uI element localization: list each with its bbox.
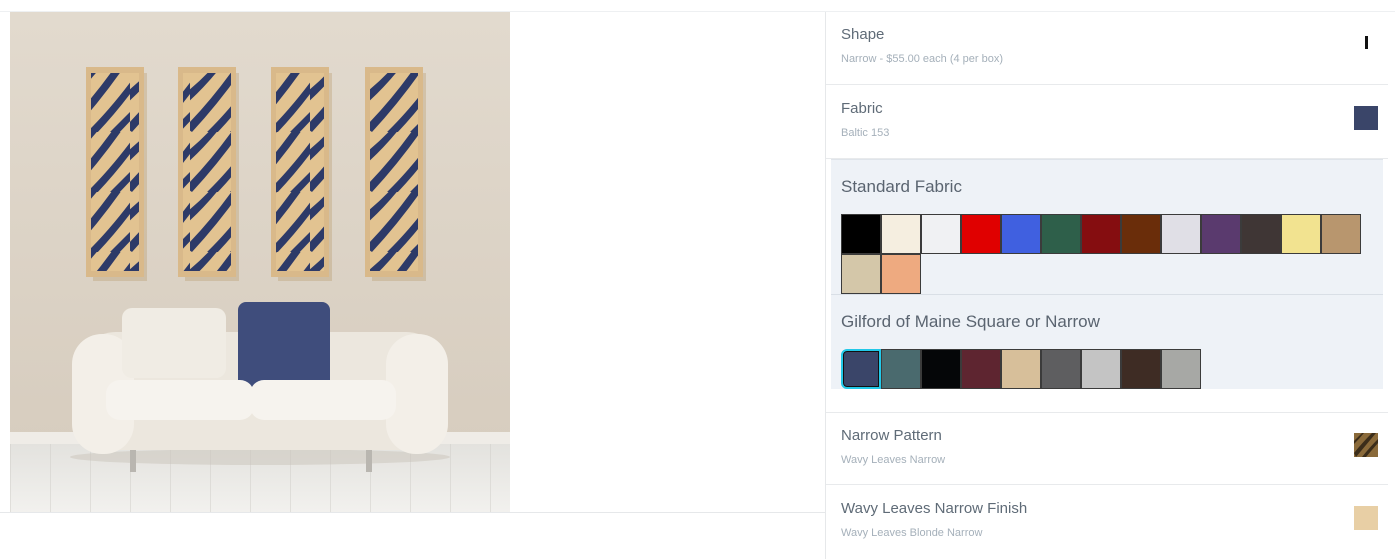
fabric-swatch[interactable]	[1241, 214, 1281, 254]
fabric-swatch[interactable]	[1161, 349, 1201, 389]
fabric-swatch[interactable]	[921, 214, 961, 254]
gilford-fabric-swatches	[841, 349, 1363, 389]
fabric-swatch[interactable]	[961, 349, 1001, 389]
pattern-option-value: Wavy Leaves Narrow	[841, 454, 946, 466]
fabric-swatch[interactable]	[961, 214, 1001, 254]
fabric-swatch[interactable]	[1001, 349, 1041, 389]
fabric-swatch[interactable]	[1041, 214, 1081, 254]
fabric-swatch[interactable]	[841, 254, 881, 294]
fabric-swatch[interactable]	[1121, 214, 1161, 254]
fabric-option-title: Fabric	[841, 100, 883, 117]
fabric-swatch[interactable]	[1121, 349, 1161, 389]
wood-pattern-thumbnail-icon	[1354, 433, 1378, 457]
fabric-swatch[interactable]	[1281, 214, 1321, 254]
finish-selected-swatch	[1354, 506, 1378, 530]
shape-option-title: Shape	[841, 26, 885, 43]
fabric-group-divider	[831, 294, 1383, 295]
finish-option-value: Wavy Leaves Blonde Narrow	[841, 527, 983, 539]
fabric-swatch[interactable]	[921, 349, 961, 389]
shape-option-row[interactable]: Shape Narrow - $55.00 each (4 per box)	[826, 12, 1388, 85]
finish-option-title: Wavy Leaves Narrow Finish	[841, 500, 1028, 517]
wall-panel-3	[271, 67, 332, 281]
fabric-swatch[interactable]	[841, 349, 881, 389]
product-preview-image	[10, 12, 510, 512]
product-configurator: Shape Narrow - $55.00 each (4 per box) F…	[0, 0, 1395, 559]
bottom-divider	[0, 512, 826, 513]
standard-fabric-title: Standard Fabric	[841, 177, 962, 196]
finish-option-row[interactable]: Wavy Leaves Narrow Finish Wavy Leaves Bl…	[826, 486, 1388, 559]
fabric-picker: Standard Fabric Gilford of Maine Square …	[831, 159, 1383, 389]
wall-panel-2	[178, 67, 239, 281]
fabric-swatch[interactable]	[1041, 349, 1081, 389]
fabric-swatch[interactable]	[1161, 214, 1201, 254]
standard-fabric-swatches	[841, 214, 1363, 294]
wall-panel-1	[86, 67, 147, 281]
fabric-option-value: Baltic 153	[841, 127, 890, 139]
shape-option-value: Narrow - $55.00 each (4 per box)	[841, 53, 1004, 65]
fabric-selected-swatch	[1354, 106, 1378, 130]
fabric-swatch[interactable]	[1001, 214, 1041, 254]
fabric-option-row[interactable]: Fabric Baltic 153	[826, 86, 1388, 159]
fabric-swatch[interactable]	[1201, 214, 1241, 254]
fabric-swatch[interactable]	[881, 214, 921, 254]
shape-indicator-icon	[1365, 36, 1368, 49]
fabric-swatch[interactable]	[881, 349, 921, 389]
options-panel: Shape Narrow - $55.00 each (4 per box) F…	[826, 12, 1388, 559]
pattern-option-title: Narrow Pattern	[841, 427, 942, 444]
gilford-fabric-title: Gilford of Maine Square or Narrow	[841, 312, 1100, 331]
fabric-swatch[interactable]	[841, 214, 881, 254]
fabric-swatch[interactable]	[881, 254, 921, 294]
pattern-option-row[interactable]: Narrow Pattern Wavy Leaves Narrow	[826, 412, 1388, 485]
fabric-swatch[interactable]	[1081, 214, 1121, 254]
wall-panel-4	[365, 67, 426, 281]
fabric-swatch[interactable]	[1081, 349, 1121, 389]
fabric-swatch[interactable]	[1321, 214, 1361, 254]
